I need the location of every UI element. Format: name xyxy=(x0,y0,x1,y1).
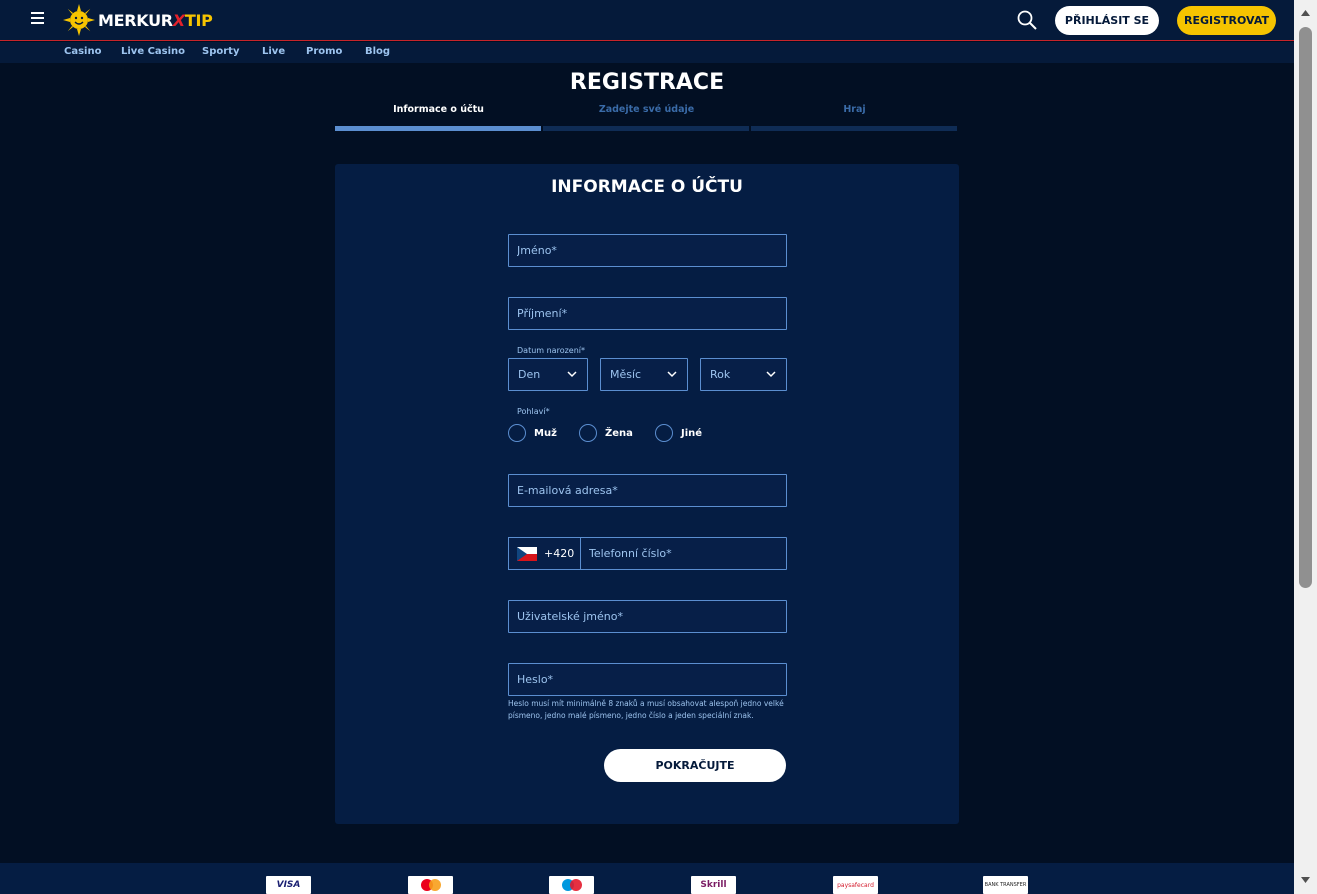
gender-option-male[interactable]: Muž xyxy=(508,424,557,442)
dob-month-value: Měsíc xyxy=(610,368,642,381)
register-button[interactable]: REGISTROVAT xyxy=(1177,6,1276,35)
step-label: Zadejte své údaje xyxy=(598,104,695,115)
gender-option-label: Jiné xyxy=(681,427,703,439)
radio-male[interactable] xyxy=(508,424,526,442)
visa-logo: VISA xyxy=(266,876,311,894)
czech-flag-icon xyxy=(517,547,537,561)
mastercard-logo: mastercard xyxy=(408,876,453,894)
scroll-up-arrow-icon[interactable] xyxy=(1300,9,1311,17)
dob-day-value: Den xyxy=(518,368,541,381)
email-field[interactable] xyxy=(508,474,787,507)
maestro-circles-icon xyxy=(561,879,582,891)
first-name-field[interactable] xyxy=(508,234,787,267)
logo-wordmark: MERKURXTIP xyxy=(98,11,213,30)
nav-item-blog[interactable]: Blog xyxy=(365,46,390,57)
step-progress-bar xyxy=(335,126,541,131)
maestro-logo: maestro xyxy=(549,876,594,894)
hamburger-menu-icon[interactable] xyxy=(29,12,47,28)
radio-other[interactable] xyxy=(655,424,673,442)
payment-methods-footer: VISA mastercard maestro Skrill paysafeca… xyxy=(0,863,1294,894)
scrollbar-thumb[interactable] xyxy=(1299,27,1312,588)
password-input[interactable] xyxy=(509,664,786,695)
email-input[interactable] xyxy=(509,475,786,506)
last-name-input[interactable] xyxy=(509,298,786,329)
gender-option-female[interactable]: Žena xyxy=(579,424,633,442)
step-label: Hraj xyxy=(843,104,866,115)
dob-year-select[interactable]: Rok xyxy=(700,358,787,391)
login-button[interactable]: PŘIHLÁSIT SE xyxy=(1055,6,1159,35)
step-progress-bar xyxy=(751,126,957,131)
password-hint: Heslo musí mít minimálně 8 znaků a musí … xyxy=(508,699,784,720)
chevron-down-icon xyxy=(567,371,577,378)
bank-transfer-logo: BANK TRANSFER xyxy=(983,876,1028,894)
step-progress-bar xyxy=(543,126,749,131)
gender-option-label: Muž xyxy=(534,427,557,439)
paysafecard-logo: paysafecard xyxy=(833,876,878,894)
phone-input[interactable] xyxy=(581,538,786,569)
registration-form-card: INFORMACE O ÚČTU Datum narození* Den Měs… xyxy=(335,164,959,824)
registration-steps: Informace o účtu Zadejte své údaje Hraj xyxy=(335,104,958,132)
phone-prefix-select[interactable]: +420 xyxy=(508,537,581,570)
search-icon[interactable] xyxy=(1017,10,1037,30)
phone-prefix-code: +420 xyxy=(544,547,575,560)
step-account-info: Informace o účtu xyxy=(335,104,542,131)
sun-logo-icon xyxy=(63,4,95,36)
mastercard-circles-icon xyxy=(420,879,441,891)
page-title: REGISTRACE xyxy=(569,70,725,95)
gender-label: Pohlaví* xyxy=(517,407,550,416)
nav-item-promo[interactable]: Promo xyxy=(306,46,342,57)
dob-label: Datum narození* xyxy=(517,346,585,355)
phone-field[interactable] xyxy=(580,537,787,570)
nav-item-sporty[interactable]: Sporty xyxy=(202,46,239,57)
nav-item-live-casino[interactable]: Live Casino xyxy=(121,46,185,57)
gender-option-other[interactable]: Jiné xyxy=(655,424,702,442)
dob-day-select[interactable]: Den xyxy=(508,358,588,391)
merkurxtip-logo[interactable]: MERKURXTIP xyxy=(63,4,213,36)
dob-month-select[interactable]: Měsíc xyxy=(600,358,688,391)
skrill-logo: Skrill xyxy=(691,876,736,894)
first-name-input[interactable] xyxy=(509,235,786,266)
gender-option-label: Žena xyxy=(605,427,633,439)
username-field[interactable] xyxy=(508,600,787,633)
chevron-down-icon xyxy=(766,371,776,378)
scroll-down-arrow-icon[interactable] xyxy=(1300,876,1311,884)
logo-part-x: X xyxy=(172,10,185,30)
top-bar: MERKURXTIP PŘIHLÁSIT SE REGISTROVAT xyxy=(0,0,1294,41)
password-field[interactable] xyxy=(508,663,787,696)
step-label: Informace o účtu xyxy=(393,104,484,115)
logo-part-tip: TIP xyxy=(184,10,213,30)
continue-button[interactable]: POKRAČUJTE xyxy=(604,749,786,782)
sub-navigation: Casino Live Casino Sporty Live Promo Blo… xyxy=(0,42,1294,63)
logo-part-merkur: MERKUR xyxy=(98,10,173,30)
nav-item-live[interactable]: Live xyxy=(262,46,285,57)
form-title: INFORMACE O ÚČTU xyxy=(551,177,743,197)
nav-item-casino[interactable]: Casino xyxy=(64,46,101,57)
step-play: Hraj xyxy=(751,104,958,131)
step-enter-details: Zadejte své údaje xyxy=(543,104,750,131)
dob-year-value: Rok xyxy=(710,368,731,381)
radio-female[interactable] xyxy=(579,424,597,442)
last-name-field[interactable] xyxy=(508,297,787,330)
username-input[interactable] xyxy=(509,601,786,632)
chevron-down-icon xyxy=(667,371,677,378)
